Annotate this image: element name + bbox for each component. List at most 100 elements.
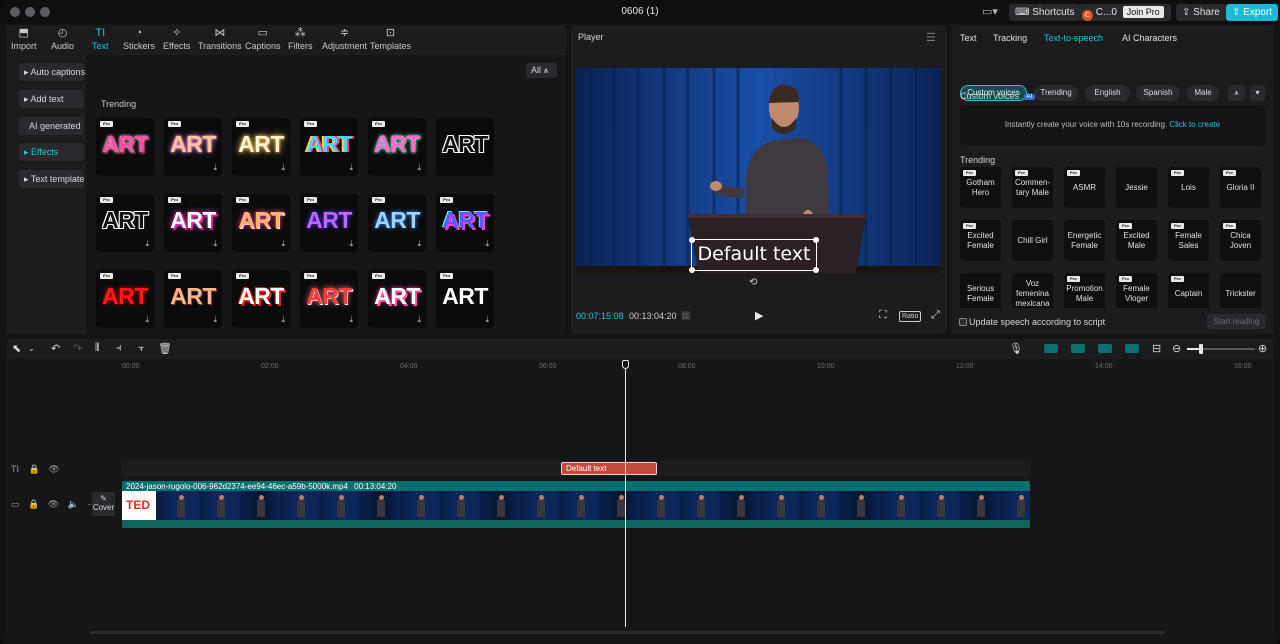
tool-import[interactable]: ⬒ Import xyxy=(11,27,37,51)
voice-tile[interactable]: Pro Excited Female xyxy=(960,220,1001,261)
tool-captions[interactable]: ▭ Captions xyxy=(245,27,281,51)
text-effect-tile[interactable]: ART xyxy=(436,118,494,176)
download-icon[interactable]: ⤓ xyxy=(417,315,421,325)
playhead-handle[interactable] xyxy=(622,360,629,369)
download-icon[interactable]: ⤓ xyxy=(349,315,353,325)
rotate-icon[interactable]: ⟲ xyxy=(749,277,757,288)
ratio-button[interactable]: Ratio xyxy=(899,311,922,322)
download-icon[interactable]: ⤓ xyxy=(213,239,217,249)
magnet-icon[interactable] xyxy=(1125,344,1139,353)
text-effect-tile[interactable]: Pro ART xyxy=(96,118,154,176)
chip-male[interactable]: Male xyxy=(1187,85,1219,101)
account-button[interactable]: C C...0 Join Pro xyxy=(1079,4,1171,21)
download-icon[interactable]: ⤓ xyxy=(417,239,421,249)
text-effect-tile[interactable]: Pro ART ⤓ xyxy=(164,270,222,328)
fullscreen-icon[interactable]: ⤢ xyxy=(931,309,940,322)
download-icon[interactable]: ⤓ xyxy=(213,315,217,325)
sidebar-item-add-text[interactable]: ▸ Add text xyxy=(19,90,84,108)
voice-tile[interactable]: Pro Gloria II xyxy=(1220,167,1261,208)
select-tool-icon[interactable]: ⬉ xyxy=(12,342,21,355)
voice-tile[interactable]: Trickster xyxy=(1220,273,1261,314)
sidebar-item-effects[interactable]: ▸ Effects xyxy=(19,143,84,161)
text-effect-tile[interactable]: Pro ART ⤓ xyxy=(300,194,358,252)
sidebar-item-ai-generated[interactable]: AI generated xyxy=(19,117,84,135)
download-icon[interactable]: ⤓ xyxy=(349,239,353,249)
split-left-icon[interactable]: ⫞ xyxy=(116,342,122,355)
timecode-grid-icon[interactable]: ▦ xyxy=(681,310,690,321)
voice-tile[interactable]: Pro Female Sales xyxy=(1168,220,1209,261)
tool-adjustment[interactable]: ≑ Adjustment xyxy=(322,27,367,51)
video-preview[interactable]: Default text xyxy=(576,68,941,273)
join-pro-button[interactable]: Join Pro xyxy=(1122,6,1164,18)
play-button[interactable]: ▶ xyxy=(755,309,763,322)
zoom-slider-handle[interactable] xyxy=(1199,344,1203,354)
voice-tile[interactable]: Chill Girl xyxy=(1012,220,1053,261)
text-clip[interactable]: Default text xyxy=(561,462,657,475)
zoom-out-icon[interactable]: ⊖ xyxy=(1172,342,1181,355)
download-icon[interactable]: ⤓ xyxy=(145,315,149,325)
split-right-icon[interactable]: ⫟ xyxy=(138,342,145,355)
layout-icon[interactable]: ▭▾ xyxy=(982,5,998,18)
voice-tile[interactable]: Energetic Female xyxy=(1064,220,1105,261)
text-overlay[interactable]: Default text xyxy=(692,243,816,265)
chip-custom-voices[interactable]: Custom voices xyxy=(960,85,1027,101)
tool-templates[interactable]: ⊡ Templates xyxy=(370,27,411,51)
tool-text[interactable]: TI Text xyxy=(92,27,109,51)
voice-tile[interactable]: Serious Female xyxy=(960,273,1001,314)
chevron-down-icon[interactable]: ⌄ xyxy=(28,344,35,353)
text-effect-tile[interactable]: Pro ART ⤓ xyxy=(300,270,358,328)
voice-tile[interactable]: Pro Lois xyxy=(1168,167,1209,208)
text-effect-tile[interactable]: Pro ART ⤓ xyxy=(164,118,222,176)
download-icon[interactable]: ⤓ xyxy=(145,239,149,249)
text-effect-tile[interactable]: Pro ART ⤓ xyxy=(368,270,426,328)
export-button[interactable]: ⇪ Export xyxy=(1226,4,1279,21)
download-icon[interactable]: ⤓ xyxy=(281,239,285,249)
split-icon[interactable]: ⫴ xyxy=(95,342,100,355)
chip-trending[interactable]: Trending xyxy=(1034,85,1078,101)
download-icon[interactable]: ⤓ xyxy=(213,163,217,173)
tool-transitions[interactable]: ⋈ Transitions xyxy=(198,27,242,51)
zoom-in-icon[interactable]: ⊕ xyxy=(1258,342,1267,355)
filter-all-dropdown[interactable]: All ⩚ xyxy=(526,63,557,78)
text-effect-tile[interactable]: Pro ART ⤓ xyxy=(436,194,494,252)
tool-filters[interactable]: ⁂ Filters xyxy=(288,27,313,51)
cover-button[interactable]: ✎ Cover xyxy=(92,492,115,516)
text-effect-tile[interactable]: Pro ART ⤓ xyxy=(232,270,290,328)
click-to-create-link[interactable]: Click to create xyxy=(1169,120,1220,129)
text-effect-tile[interactable]: Pro ART ⤓ xyxy=(436,270,494,328)
tab-tracking[interactable]: Tracking xyxy=(993,33,1027,43)
voice-tile[interactable]: Pro Excited Male xyxy=(1116,220,1157,261)
sidebar-item-auto-captions[interactable]: ▸ Auto captions xyxy=(19,63,85,81)
audio-icon[interactable]: 🔈 xyxy=(68,499,79,509)
download-icon[interactable]: ⤓ xyxy=(485,315,489,325)
voice-tile[interactable]: Pro Promotion Male xyxy=(1064,273,1105,314)
voice-tile[interactable]: Pro Captain xyxy=(1168,273,1209,314)
voice-tile[interactable]: Pro Female Vloger xyxy=(1116,273,1157,314)
delete-icon[interactable]: 🗑 xyxy=(158,342,172,355)
text-effect-tile[interactable]: Pro ART ⤓ xyxy=(96,270,154,328)
text-effect-tile[interactable]: Pro ART ⤓ xyxy=(96,194,154,252)
download-icon[interactable]: ⤓ xyxy=(281,163,285,173)
voice-tile[interactable]: Jessie xyxy=(1116,167,1157,208)
auto-snap-icon[interactable] xyxy=(1044,344,1058,353)
text-effect-tile[interactable]: Pro ART ⤓ xyxy=(164,194,222,252)
download-icon[interactable]: ⤓ xyxy=(281,315,285,325)
download-icon[interactable]: ⤓ xyxy=(485,239,489,249)
tab-text-to-speech[interactable]: Text-to-speech xyxy=(1044,33,1103,43)
lock-icon[interactable]: 🔒 xyxy=(29,464,40,474)
undo-icon[interactable]: ↶ xyxy=(51,342,60,355)
chip-english[interactable]: English xyxy=(1085,85,1130,101)
player-menu-icon[interactable]: ☰ xyxy=(926,31,936,44)
text-effect-tile[interactable]: Pro ART ⤓ xyxy=(232,194,290,252)
eye-icon[interactable]: 👁 xyxy=(48,464,59,474)
microphone-icon[interactable]: 🎙 xyxy=(1009,342,1023,355)
text-effect-tile[interactable]: Pro ART ⤓ xyxy=(368,118,426,176)
shortcuts-button[interactable]: ⌨ Shortcuts xyxy=(1009,4,1081,21)
download-icon[interactable]: ⤓ xyxy=(417,163,421,173)
text-effect-tile[interactable]: Pro ART ⤓ xyxy=(232,118,290,176)
voice-tile[interactable]: Voz femenina mexicana xyxy=(1012,273,1053,314)
share-button[interactable]: ⇪ Share xyxy=(1176,4,1226,21)
timeline-scrollbar[interactable] xyxy=(90,631,1165,634)
voice-tile[interactable]: Pro ASMR xyxy=(1064,167,1105,208)
time-ruler[interactable]: 00:00 02:00 04:00 06:00 08:00 10:00 12:00 14:00… xyxy=(120,361,1270,375)
